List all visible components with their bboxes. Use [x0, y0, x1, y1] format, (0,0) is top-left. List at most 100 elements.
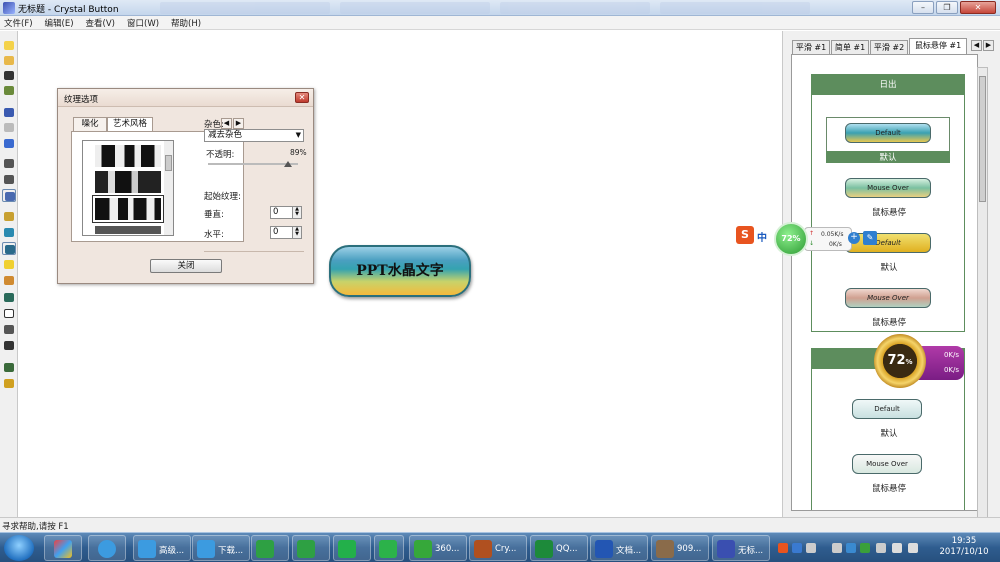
shape-fill-icon[interactable]	[2, 291, 16, 304]
scrollbar-thumb[interactable]	[979, 76, 986, 202]
vertical-field[interactable]: 0 ▲ ▼	[270, 206, 302, 219]
slider-knob[interactable]	[284, 161, 293, 167]
update-tray-icon[interactable]	[860, 543, 870, 553]
undo-icon[interactable]	[2, 106, 16, 119]
dialog-close-button[interactable]: 关闭	[150, 259, 222, 273]
texture-thumbnail[interactable]	[95, 171, 161, 193]
tab-simple-1[interactable]: 简单 #1	[831, 40, 869, 54]
memory-usage-ball[interactable]: 72%	[774, 222, 808, 256]
effects-icon[interactable]	[2, 274, 16, 287]
redo-icon[interactable]	[2, 121, 16, 134]
save-icon[interactable]	[2, 69, 16, 82]
help-tray-icon[interactable]	[792, 543, 802, 553]
network-monitor-widget[interactable]: 0.05K/s 0K/s ↑ ↓ 72% + ✎	[774, 222, 892, 256]
texture-list-scrollbar[interactable]	[164, 140, 174, 236]
volume-tray-icon[interactable]	[908, 543, 918, 553]
texture-thumbnail-selected[interactable]	[92, 195, 164, 223]
tab-scroll-right-icon[interactable]: ▶	[233, 118, 244, 129]
texture-thumbnail[interactable]	[95, 226, 161, 234]
tab-scroll-left-icon[interactable]: ◀	[971, 40, 982, 51]
help-icon[interactable]	[2, 377, 16, 390]
dialog-close-icon[interactable]: ✕	[295, 92, 309, 103]
copy-icon[interactable]	[2, 137, 16, 150]
taskbar-item-label: 高级...	[159, 546, 185, 556]
style-sample-default[interactable]: Default	[845, 123, 931, 143]
scrollbar-thumb[interactable]	[165, 155, 172, 171]
new-icon[interactable]	[2, 39, 16, 52]
spin-arrows-icon[interactable]: ▲ ▼	[292, 207, 301, 218]
menu-edit[interactable]: 编辑(E)	[45, 17, 74, 29]
crystal-button-preview[interactable]: PPT水晶文字	[329, 245, 471, 297]
taskbar-item-360-icon[interactable]	[44, 535, 82, 561]
texture-start-label: 起始纹理:	[204, 192, 241, 202]
taskbar-item[interactable]: 909...	[651, 535, 709, 561]
horizontal-field[interactable]: 0 ▲ ▼	[270, 226, 302, 239]
sogou-tray-icon[interactable]	[778, 543, 788, 553]
chart-icon[interactable]	[2, 323, 16, 336]
taskbar-item[interactable]: 无标...	[712, 535, 770, 561]
restore-button[interactable]: ❐	[936, 1, 958, 14]
zoom-in-icon[interactable]	[2, 157, 16, 170]
taskbar-item[interactable]: 文档...	[590, 535, 648, 561]
texture-icon[interactable]	[2, 242, 16, 255]
export-icon[interactable]	[2, 84, 16, 97]
texture-options-dialog: 纹理选项 ✕ 噪化 艺术风格 ◀ ▶ 杂色: 减去杂色 ▼ 不透明: 89% 起…	[57, 88, 314, 284]
style-sample-default[interactable]: Default	[852, 399, 922, 419]
flag-tray-icon[interactable]	[876, 543, 886, 553]
keyboard-tray-icon[interactable]	[806, 543, 816, 553]
tab-smooth-1[interactable]: 平滑 #1	[792, 40, 830, 54]
tab-mouse-hover-1[interactable]: 鼠标悬停 #1	[909, 38, 967, 54]
style-sample-mouse-over[interactable]: Mouse Over	[852, 454, 922, 474]
spin-arrows-icon[interactable]: ▲ ▼	[292, 227, 301, 238]
taskbar-item[interactable]	[374, 535, 404, 561]
taskbar-item[interactable]: Cry...	[469, 535, 527, 561]
tab-noise[interactable]: 噪化	[73, 117, 107, 131]
gallery-scrollbar[interactable]	[977, 67, 988, 528]
clock[interactable]: 19:35 2017/10/10	[934, 536, 994, 558]
taskbar-item-ie-icon[interactable]	[88, 535, 126, 561]
rectangle-icon[interactable]	[2, 307, 16, 320]
open-folder-icon[interactable]	[2, 54, 16, 67]
taskbar-item[interactable]	[251, 535, 289, 561]
crop-icon[interactable]	[2, 339, 16, 352]
texture-thumbnail[interactable]	[95, 145, 161, 167]
wrench-icon[interactable]: ✎	[863, 231, 877, 245]
pencil-icon[interactable]	[2, 210, 16, 223]
home-icon[interactable]	[2, 361, 16, 374]
cat-memory-badge[interactable]: 72%	[874, 334, 926, 388]
tab-scroll-right-icon[interactable]: ▶	[983, 40, 994, 51]
minimize-button[interactable]: –	[912, 1, 934, 14]
start-button[interactable]	[4, 535, 34, 561]
accelerate-icon[interactable]: +	[848, 232, 860, 244]
taskbar-item[interactable]	[333, 535, 371, 561]
ime-toolbar[interactable]: S 中	[736, 226, 772, 246]
menu-file[interactable]: 文件(F)	[4, 17, 33, 29]
menu-view[interactable]: 查看(V)	[86, 17, 115, 29]
taskbar-item[interactable]: QQ...	[530, 535, 588, 561]
light-icon[interactable]	[2, 258, 16, 271]
status-bar: 寻求帮助,请按 F1	[0, 517, 1000, 532]
taskbar-item[interactable]	[292, 535, 330, 561]
monitor-tray-icon[interactable]	[832, 543, 842, 553]
taskbar-item[interactable]: 360...	[409, 535, 467, 561]
close-window-button[interactable]: ✕	[960, 1, 996, 14]
network-speed-panel: 0.05K/s 0K/s ↑ ↓	[804, 227, 852, 251]
cat-speed-widget[interactable]: 0K/s 0K/s 72%	[872, 334, 964, 390]
tab-art-style[interactable]: 艺术风格	[107, 117, 153, 132]
texture-preview-list[interactable]	[82, 140, 174, 236]
zoom-out-icon[interactable]	[2, 173, 16, 186]
taskbar-item[interactable]: 高级...	[133, 535, 191, 561]
menu-window[interactable]: 窗口(W)	[127, 17, 159, 29]
noise-select[interactable]: 减去杂色 ▼	[204, 129, 304, 142]
size-icon[interactable]	[2, 189, 16, 202]
shield-tray-icon[interactable]	[846, 543, 856, 553]
opacity-slider[interactable]	[208, 161, 298, 167]
style-sample-mouse-over[interactable]: Mouse Over	[845, 288, 931, 308]
picture-icon[interactable]	[2, 226, 16, 239]
style-sample-mouse-over[interactable]: Mouse Over	[845, 178, 931, 198]
network-tray-icon[interactable]	[892, 543, 902, 553]
ime-mode[interactable]: 中	[757, 229, 767, 244]
menu-help[interactable]: 帮助(H)	[171, 17, 201, 29]
taskbar-item[interactable]: 下载...	[192, 535, 250, 561]
tab-smooth-2[interactable]: 平滑 #2	[870, 40, 908, 54]
